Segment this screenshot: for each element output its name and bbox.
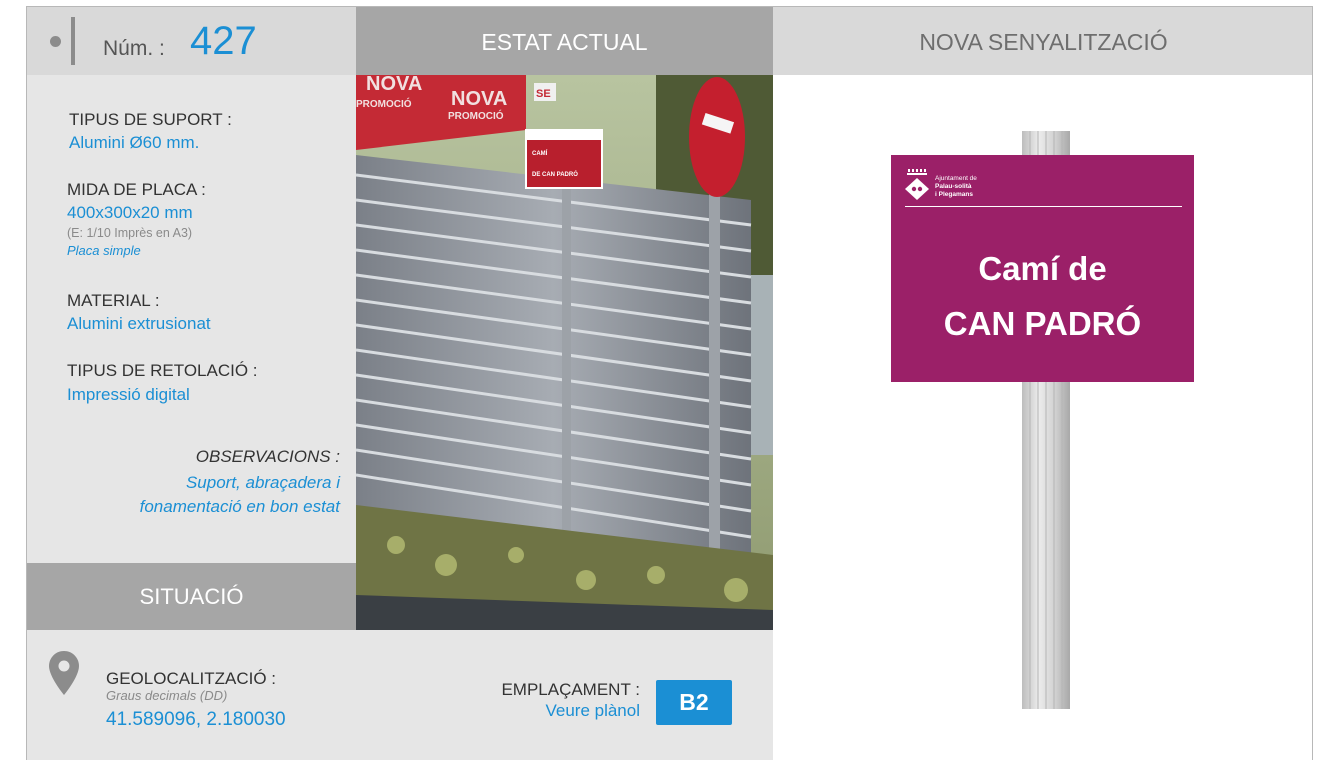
ajuntament-logo-icon: [905, 169, 929, 200]
retolacio-title: TIPUS DE RETOLACIÓ :: [67, 361, 258, 380]
estat-actual-header: ESTAT ACTUAL: [356, 7, 773, 75]
geolocalitzacio-note: Graus decimals (DD): [106, 688, 228, 703]
mida-placa-title: MIDA DE PLACA :: [67, 180, 206, 199]
new-sign-line-2: CAN PADRÓ: [943, 305, 1142, 342]
banner-promocio-right: PROMOCIÓ: [448, 109, 504, 122]
tipus-suport-title: TIPUS DE SUPORT :: [69, 110, 232, 129]
material-title: MATERIAL :: [67, 291, 160, 310]
current-state-photo: NOVA PROMOCIÓ NOVA PROMOCIÓ SE CAMÍ DE C…: [356, 75, 773, 630]
banner-promocio-left: PROMOCIÓ: [356, 97, 412, 110]
logo-line-3: i Plegamans: [935, 191, 973, 198]
number-value: 427: [190, 19, 257, 63]
banner-nova-left: NOVA: [366, 75, 422, 95]
logo-line-1: Ajuntament de: [935, 175, 977, 182]
mida-placa-value: 400x300x20 mm: [67, 203, 193, 222]
bullet-icon: [50, 36, 61, 47]
observacions-line-2: fonamentació en bon estat: [139, 497, 340, 516]
placa-type: Placa simple: [67, 243, 141, 258]
nova-senyalitzacio-header: NOVA SENYALITZACIÓ: [773, 7, 1312, 75]
emplacament-badge: B2: [656, 680, 732, 725]
emplacament-title: EMPLAÇAMENT :: [501, 680, 640, 699]
tipus-suport-value: Alumini Ø60 mm.: [69, 133, 200, 152]
material-value: Alumini extrusionat: [67, 314, 211, 333]
logo-line-2: Palau-solità: [935, 183, 972, 190]
divider-bar-icon: [71, 17, 75, 65]
sign-divider: [905, 206, 1182, 207]
banner-se: SE: [536, 88, 551, 100]
observacions-line-1: Suport, abraçadera i: [185, 473, 340, 492]
observacions-title: OBSERVACIONS :: [195, 447, 340, 466]
geolocalitzacio-value: 41.589096, 2.180030: [106, 709, 286, 730]
new-sign-line-1: Camí de: [978, 250, 1107, 287]
old-sign-line-1: CAMÍ: [532, 149, 548, 157]
location-pin-icon: [49, 651, 79, 695]
mida-placa-note: (E: 1/10 Imprès en A3): [67, 226, 193, 240]
observacions-value: Suport, abraçadera i fonamentació en bon…: [27, 471, 340, 519]
fitxa-frame: Núm. : 427 TIPUS DE SUPORT : Alumini Ø60…: [26, 6, 1313, 760]
banner-nova-right: NOVA: [451, 88, 507, 110]
situacio-header: SITUACIÓ: [27, 563, 356, 630]
retolacio-value: Impressió digital: [67, 385, 190, 404]
old-sign-line-2: DE CAN PADRÓ: [532, 170, 578, 178]
geolocalitzacio-title: GEOLOCALITZACIÓ :: [106, 669, 277, 688]
number-header: Núm. : 427: [27, 7, 356, 75]
situacio-panel: GEOLOCALITZACIÓ : Graus decimals (DD) 41…: [27, 630, 773, 760]
emplacament-value: Veure plànol: [545, 701, 640, 720]
new-sign-panel: Ajuntament de Palau-solità i Plegamans C…: [773, 75, 1312, 760]
new-sign-plate: Ajuntament de Palau-solità i Plegamans C…: [891, 155, 1194, 382]
ajuntament-logo-text: Ajuntament de Palau-solità i Plegamans: [935, 175, 977, 199]
number-label: Núm. :: [103, 37, 165, 60]
